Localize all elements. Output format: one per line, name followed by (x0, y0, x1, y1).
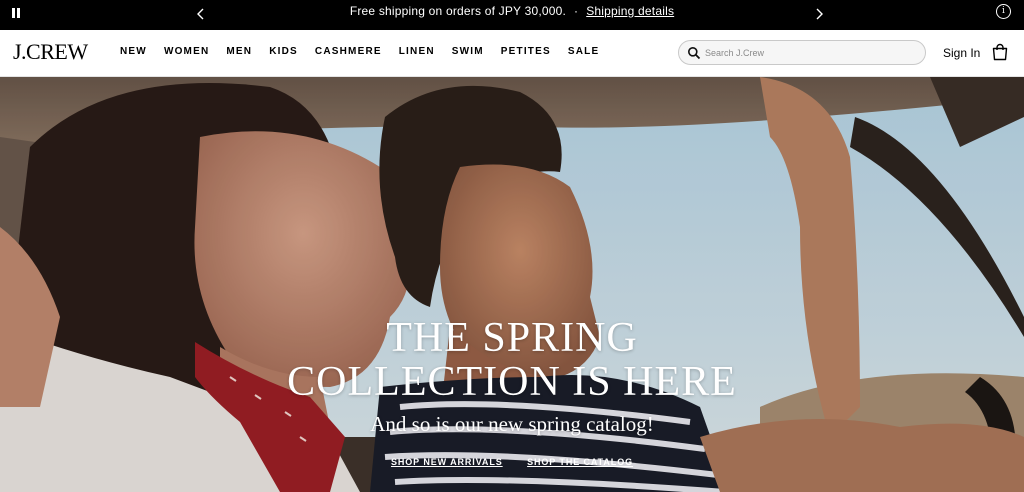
nav-item-kids[interactable]: KIDS (269, 46, 298, 58)
main-nav: NEW WOMEN MEN KIDS CASHMERE LINEN SWIM P… (120, 46, 616, 58)
carousel-dots (503, 20, 517, 33)
shop-new-arrivals-link[interactable]: SHOP NEW ARRIVALS (391, 456, 503, 468)
info-icon[interactable]: i (996, 4, 1011, 19)
nav-item-petites[interactable]: PETITES (501, 46, 551, 58)
nav-item-men[interactable]: MEN (226, 46, 252, 58)
hero-title-line-1: THE SPRING (386, 315, 638, 361)
hero-subtitle: And so is our new spring catalog! (370, 412, 654, 436)
promo-bar: Free shipping on orders of JPY 30,000. · S… (0, 0, 1024, 33)
shipping-details-link[interactable]: Shipping details (586, 4, 674, 18)
sign-in-link[interactable]: Sign In (943, 46, 980, 60)
nav-item-swim[interactable]: SWIM (452, 46, 484, 58)
shopping-bag-icon[interactable] (991, 43, 1009, 61)
nav-item-cashmere[interactable]: CASHMERE (315, 46, 382, 58)
shop-the-catalog-link[interactable]: SHOP THE CATALOG (527, 456, 633, 468)
search-input[interactable] (705, 44, 915, 61)
nav-item-linen[interactable]: LINEN (399, 46, 435, 58)
site-header: J.CREW NEW WOMEN MEN KIDS CASHMERE LINEN… (0, 30, 1024, 77)
chevron-right-icon[interactable] (811, 6, 827, 22)
hero-banner[interactable]: THE SPRING COLLECTION IS HERE And so is … (0, 77, 1024, 492)
promo-text: Free shipping on orders of JPY 30,000. (349, 4, 567, 18)
search-box[interactable] (678, 40, 926, 65)
hero-cta-group: SHOP NEW ARRIVALS SHOP THE CATALOG (0, 452, 1024, 470)
nav-item-sale[interactable]: SALE (568, 46, 599, 58)
jcrew-logo[interactable]: J.CREW (13, 40, 88, 64)
nav-item-new[interactable]: NEW (120, 46, 147, 58)
hero-title-line-2: COLLECTION IS HERE (287, 359, 737, 405)
hero-title: THE SPRING COLLECTION IS HERE (0, 316, 1024, 404)
search-icon[interactable] (687, 46, 701, 60)
promo-separator: · (574, 4, 579, 18)
nav-item-women[interactable]: WOMEN (164, 46, 209, 58)
promo-message: Free shipping on orders of JPY 30,000. · S… (0, 4, 1024, 18)
